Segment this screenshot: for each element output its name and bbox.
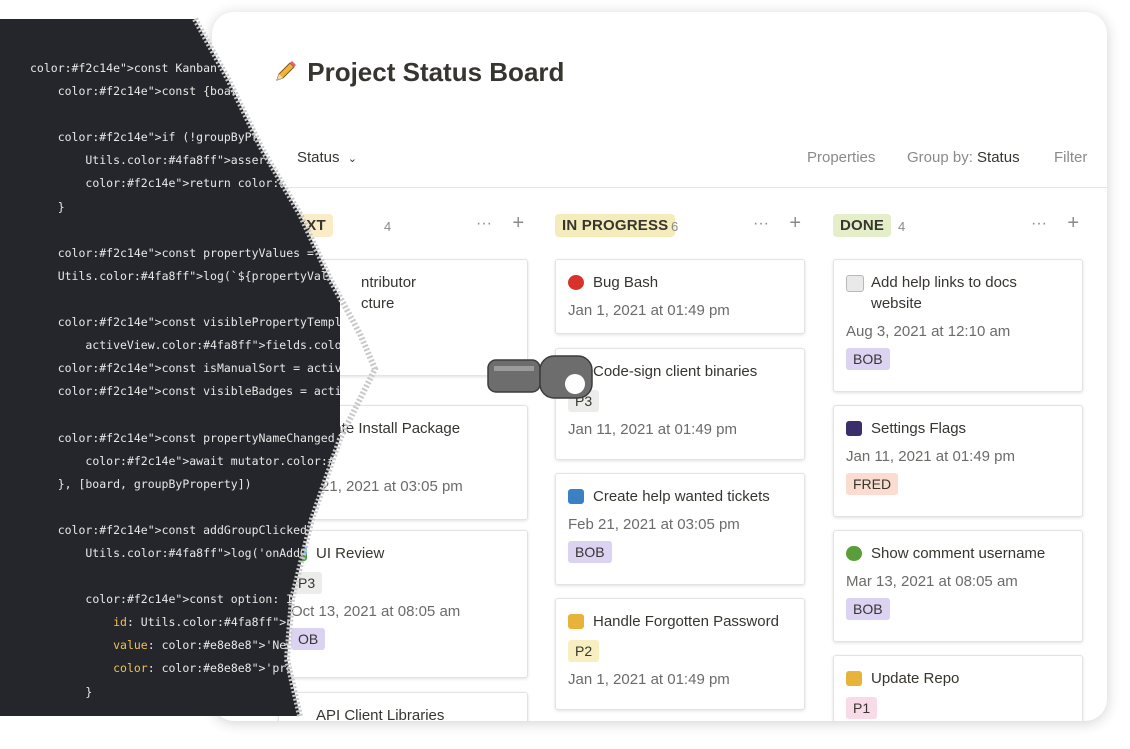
card-date: Feb 21, 2021 at 03:05 pm [568,516,740,533]
priority-badge: P3 [568,390,600,412]
chevron-down-icon: ⌄ [347,153,357,165]
card-title: API Client Libraries [316,707,445,721]
card-title: Create help wanted tickets [568,486,792,507]
column-name[interactable]: DONE [833,214,892,237]
column-count: 4 [384,219,392,234]
sparkle-icon [846,421,862,436]
person-badge: BOB [846,348,890,370]
card[interactable]: UI Review P3 Oct 13, 2021 at 08:05 am OB [278,530,528,678]
kanban-board: Project Status Board Status ⌄ Properties… [212,12,1107,721]
card-date: Jan 1, 2021 at 01:49 pm [568,302,730,319]
add-card-button[interactable]: + [789,212,801,235]
card[interactable]: API Client Libraries [278,692,528,721]
writing-hand-icon [568,364,584,379]
cucumber-icon [846,546,862,561]
view-selector[interactable]: Status ⌄ [297,149,357,166]
card-date: Mar 13, 2021 at 08:05 am [846,573,1018,590]
card-date: Oct 13, 2021 at 08:05 am [291,603,461,620]
mailbox-icon [568,489,584,504]
column-done: DONE 4 ··· + Add help links to docs webs… [833,212,1085,721]
card[interactable]: Handle Forgotten Password P2 Jan 1, 2021… [555,598,805,710]
card-title: Update Repo [846,668,1070,689]
card[interactable]: Code-sign client binaries P3 Jan 11, 202… [555,348,805,460]
column-header: NEXT 4 ··· + [278,212,530,240]
priority-badge: P2 [568,640,600,662]
person-badge: OB [291,628,326,650]
card-title: Code-sign client binaries [568,361,792,382]
filter-button[interactable]: Filter [1054,149,1087,166]
card-title: Show comment username [846,543,1070,564]
document-icon [846,275,864,292]
card-title: Settings Flags [846,418,1070,439]
column-next: NEXT 4 ··· + ntributor cture eate Install… [278,212,530,721]
more-icon[interactable]: ··· [1031,215,1047,233]
title-text: Project Status Board [307,57,565,87]
card[interactable]: Settings Flags Jan 11, 2021 at 01:49 pm … [833,405,1083,517]
person-badge: BOB [846,598,890,620]
lock-icon [568,614,584,629]
column-header: IN PROGRESS 6 ··· + [555,212,807,240]
person-badge: FRED [846,473,899,495]
lock-icon [846,671,862,686]
toolbar-divider [212,187,1107,188]
page-title: Project Status Board [274,57,564,88]
card-title: Handle Forgotten Password [568,611,792,632]
more-icon[interactable]: ··· [476,215,492,233]
pencil-icon [274,59,300,90]
add-card-button[interactable]: + [1067,212,1079,235]
card-date: Aug 3, 2021 at 12:10 am [846,323,1011,340]
add-card-button[interactable]: + [512,212,524,235]
card[interactable]: Update Repo P1 [833,655,1083,721]
properties-button[interactable]: Properties [807,149,875,166]
column-header: DONE 4 ··· + [833,212,1085,240]
ladybug-icon [568,275,584,290]
person-badge: BOB [568,541,612,563]
column-name[interactable]: IN PROGRESS [555,214,676,237]
card-title: Bug Bash [568,272,792,293]
column-in-progress: IN PROGRESS 6 ··· + Bug Bash Jan 1, 2021… [555,212,807,710]
card[interactable]: Create help wanted tickets Feb 21, 2021 … [555,473,805,585]
card-title: UI Review [291,543,515,564]
more-icon[interactable]: ··· [753,215,769,233]
group-by-button[interactable]: Group by: Status [907,149,1020,166]
card[interactable]: Bug Bash Jan 1, 2021 at 01:49 pm [555,259,805,334]
card[interactable]: Show comment username Mar 13, 2021 at 08… [833,530,1083,642]
card-date: Jan 11, 2021 at 01:49 pm [568,421,738,438]
priority-badge: P1 [846,697,878,719]
column-count: 4 [898,219,906,234]
card-title: Add help links to docs website [846,272,1070,314]
column-count: 6 [671,219,679,234]
card-date: Jan 1, 2021 at 01:49 pm [568,671,730,688]
card-date: Jan 11, 2021 at 01:49 pm [846,448,1016,465]
card[interactable]: Add help links to docs website Aug 3, 20… [833,259,1083,392]
